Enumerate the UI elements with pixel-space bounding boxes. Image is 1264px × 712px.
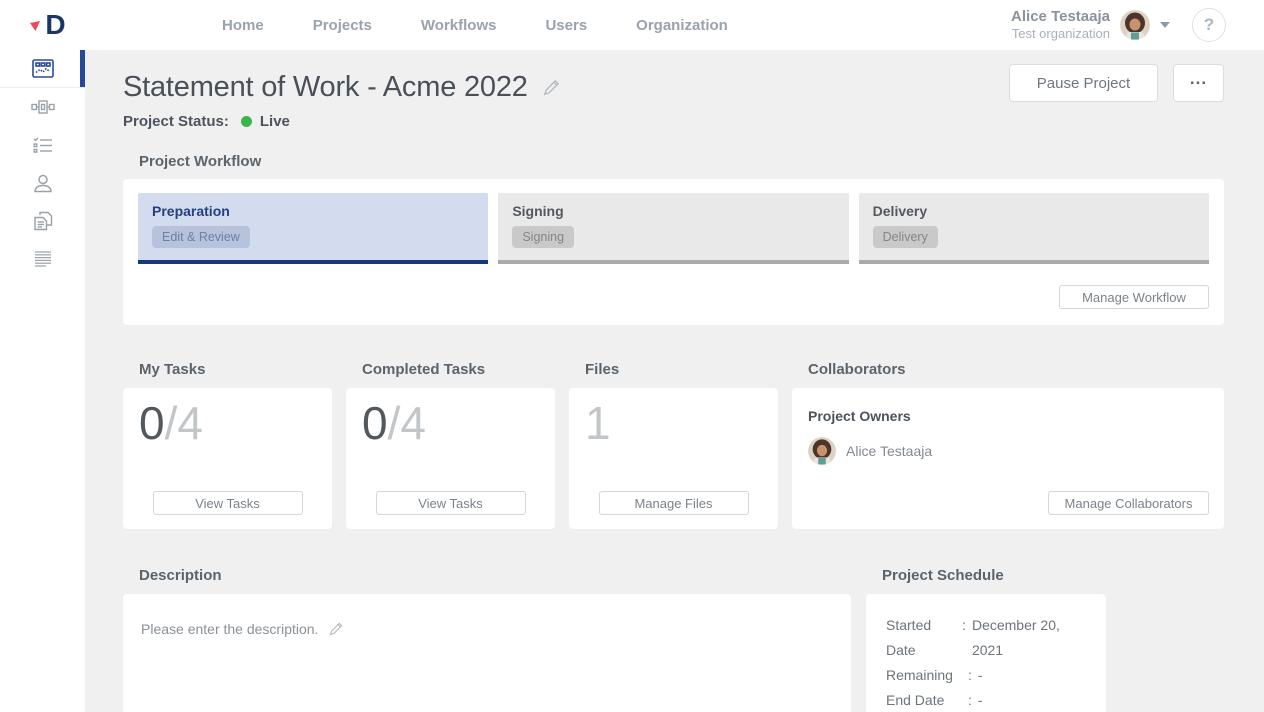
project-status-value: Live	[260, 113, 290, 130]
brand-logo[interactable]: D	[0, 9, 110, 41]
manage-workflow-button[interactable]: Manage Workflow	[1059, 285, 1209, 309]
workflow-section-label: Project Workflow	[123, 153, 1224, 170]
stage-name: Preparation	[152, 203, 474, 219]
workflow-stages: Preparation Edit & Review Signing Signin…	[138, 193, 1209, 264]
owner-avatar	[808, 437, 836, 465]
owner-name: Alice Testaaja	[846, 443, 932, 459]
task-list-icon	[33, 137, 53, 154]
completed-tasks-count: 0/4	[346, 388, 555, 446]
stage-delivery[interactable]: Delivery Delivery	[859, 193, 1209, 264]
project-owners-label: Project Owners	[808, 408, 1208, 424]
stage-preparation[interactable]: Preparation Edit & Review	[138, 193, 488, 264]
sidebar-item-users[interactable]	[0, 164, 85, 202]
user-icon	[33, 174, 53, 193]
description-label: Description	[123, 567, 851, 584]
my-tasks-card: 0/4 View Tasks	[123, 388, 332, 529]
user-name: Alice Testaaja	[1011, 8, 1110, 27]
stage-step-chip[interactable]: Signing	[512, 226, 574, 248]
schedule-row-end: End Date : -	[886, 688, 1086, 712]
nav-item-users[interactable]: Users	[545, 17, 587, 34]
project-overview-icon	[32, 59, 54, 78]
collaborators-card: Project Owners	[792, 388, 1224, 529]
my-tasks-count: 0/4	[123, 388, 332, 446]
sidebar-item-activity-log[interactable]	[0, 240, 85, 278]
summary-cards-row: My Tasks 0/4 View Tasks Completed Tasks …	[123, 361, 1224, 529]
app-window: D Home Projects Workflows Users Organiza…	[0, 0, 1264, 712]
sidebar-item-documents[interactable]	[0, 202, 85, 240]
completed-tasks-card: 0/4 View Tasks	[346, 388, 555, 529]
main-nav: Home Projects Workflows Users Organizati…	[222, 17, 728, 34]
workflow-card: Preparation Edit & Review Signing Signin…	[123, 179, 1224, 325]
avatar-image	[1120, 10, 1150, 40]
project-schedule-card: Started Date : December 20, 2021 Remaini…	[866, 594, 1106, 712]
description-card: Please enter the description.	[123, 594, 851, 712]
description-column: Description Please enter the description…	[123, 567, 851, 712]
title-actions: Pause Project ...	[1009, 64, 1224, 102]
files-count: 1	[569, 388, 778, 446]
description-placeholder: Please enter the description.	[141, 621, 318, 637]
bottom-row: Description Please enter the description…	[123, 567, 1224, 712]
completed-tasks-label: Completed Tasks	[346, 361, 555, 378]
stage-name: Delivery	[873, 203, 1195, 219]
edit-description-icon[interactable]	[328, 621, 344, 637]
stage-signing[interactable]: Signing Signing	[498, 193, 848, 264]
top-navbar: D Home Projects Workflows Users Organiza…	[0, 0, 1264, 50]
collaborators-label: Collaborators	[792, 361, 1224, 378]
manage-collaborators-button[interactable]: Manage Collaborators	[1048, 491, 1209, 515]
sidebar-item-project-overview[interactable]	[0, 50, 85, 88]
main-content: Statement of Work - Acme 2022 Pause Proj…	[85, 50, 1264, 712]
avatar-image	[808, 437, 836, 465]
title-row: Statement of Work - Acme 2022 Pause Proj…	[123, 64, 1224, 104]
files-column: Files 1 Manage Files	[569, 361, 778, 529]
workflow-icon	[31, 99, 55, 115]
view-completed-tasks-button[interactable]: View Tasks	[376, 491, 526, 515]
nav-item-home[interactable]: Home	[222, 17, 264, 34]
help-button[interactable]: ?	[1192, 8, 1226, 42]
my-tasks-label: My Tasks	[123, 361, 332, 378]
files-label: Files	[569, 361, 778, 378]
header-user-area: Alice Testaaja Test organization ?	[1011, 8, 1226, 43]
logo-letter: D	[45, 9, 64, 41]
user-avatar[interactable]	[1120, 10, 1150, 40]
project-status-label: Project Status:	[123, 113, 229, 130]
collaborators-column: Collaborators Project Owners	[792, 361, 1224, 529]
schedule-column: Project Schedule Started Date : December…	[866, 567, 1106, 712]
logo-red-triangle	[30, 21, 40, 31]
schedule-row-remaining: Remaining : -	[886, 663, 1086, 688]
my-tasks-column: My Tasks 0/4 View Tasks	[123, 361, 332, 529]
schedule-row-started: Started Date : December 20, 2021	[886, 613, 1086, 663]
manage-files-button[interactable]: Manage Files	[599, 491, 749, 515]
user-menu[interactable]: Alice Testaaja Test organization	[1011, 8, 1110, 43]
project-schedule-label: Project Schedule	[866, 567, 1106, 584]
nav-item-workflows[interactable]: Workflows	[421, 17, 497, 34]
sidebar-item-tasks[interactable]	[0, 126, 85, 164]
page-title: Statement of Work - Acme 2022	[123, 71, 528, 104]
left-sidebar	[0, 50, 85, 712]
stage-name: Signing	[512, 203, 834, 219]
completed-tasks-column: Completed Tasks 0/4 View Tasks	[346, 361, 555, 529]
more-options-button[interactable]: ...	[1173, 64, 1224, 102]
stage-step-chip[interactable]: Delivery	[873, 226, 938, 248]
user-organization: Test organization	[1011, 26, 1110, 42]
nav-item-projects[interactable]: Projects	[313, 17, 372, 34]
sidebar-item-workflows[interactable]	[0, 88, 85, 126]
documents-icon	[33, 211, 53, 231]
project-status-row: Project Status: Live	[123, 113, 1224, 130]
nav-item-organization[interactable]: Organization	[636, 17, 728, 34]
activity-log-icon	[33, 251, 53, 267]
chevron-down-icon[interactable]	[1160, 22, 1170, 28]
edit-title-icon[interactable]	[542, 78, 561, 97]
status-live-dot	[241, 116, 252, 127]
owner-row: Alice Testaaja	[808, 437, 1208, 465]
pause-project-button[interactable]: Pause Project	[1009, 64, 1158, 102]
view-tasks-button[interactable]: View Tasks	[153, 491, 303, 515]
files-card: 1 Manage Files	[569, 388, 778, 529]
stage-step-chip[interactable]: Edit & Review	[152, 226, 250, 248]
